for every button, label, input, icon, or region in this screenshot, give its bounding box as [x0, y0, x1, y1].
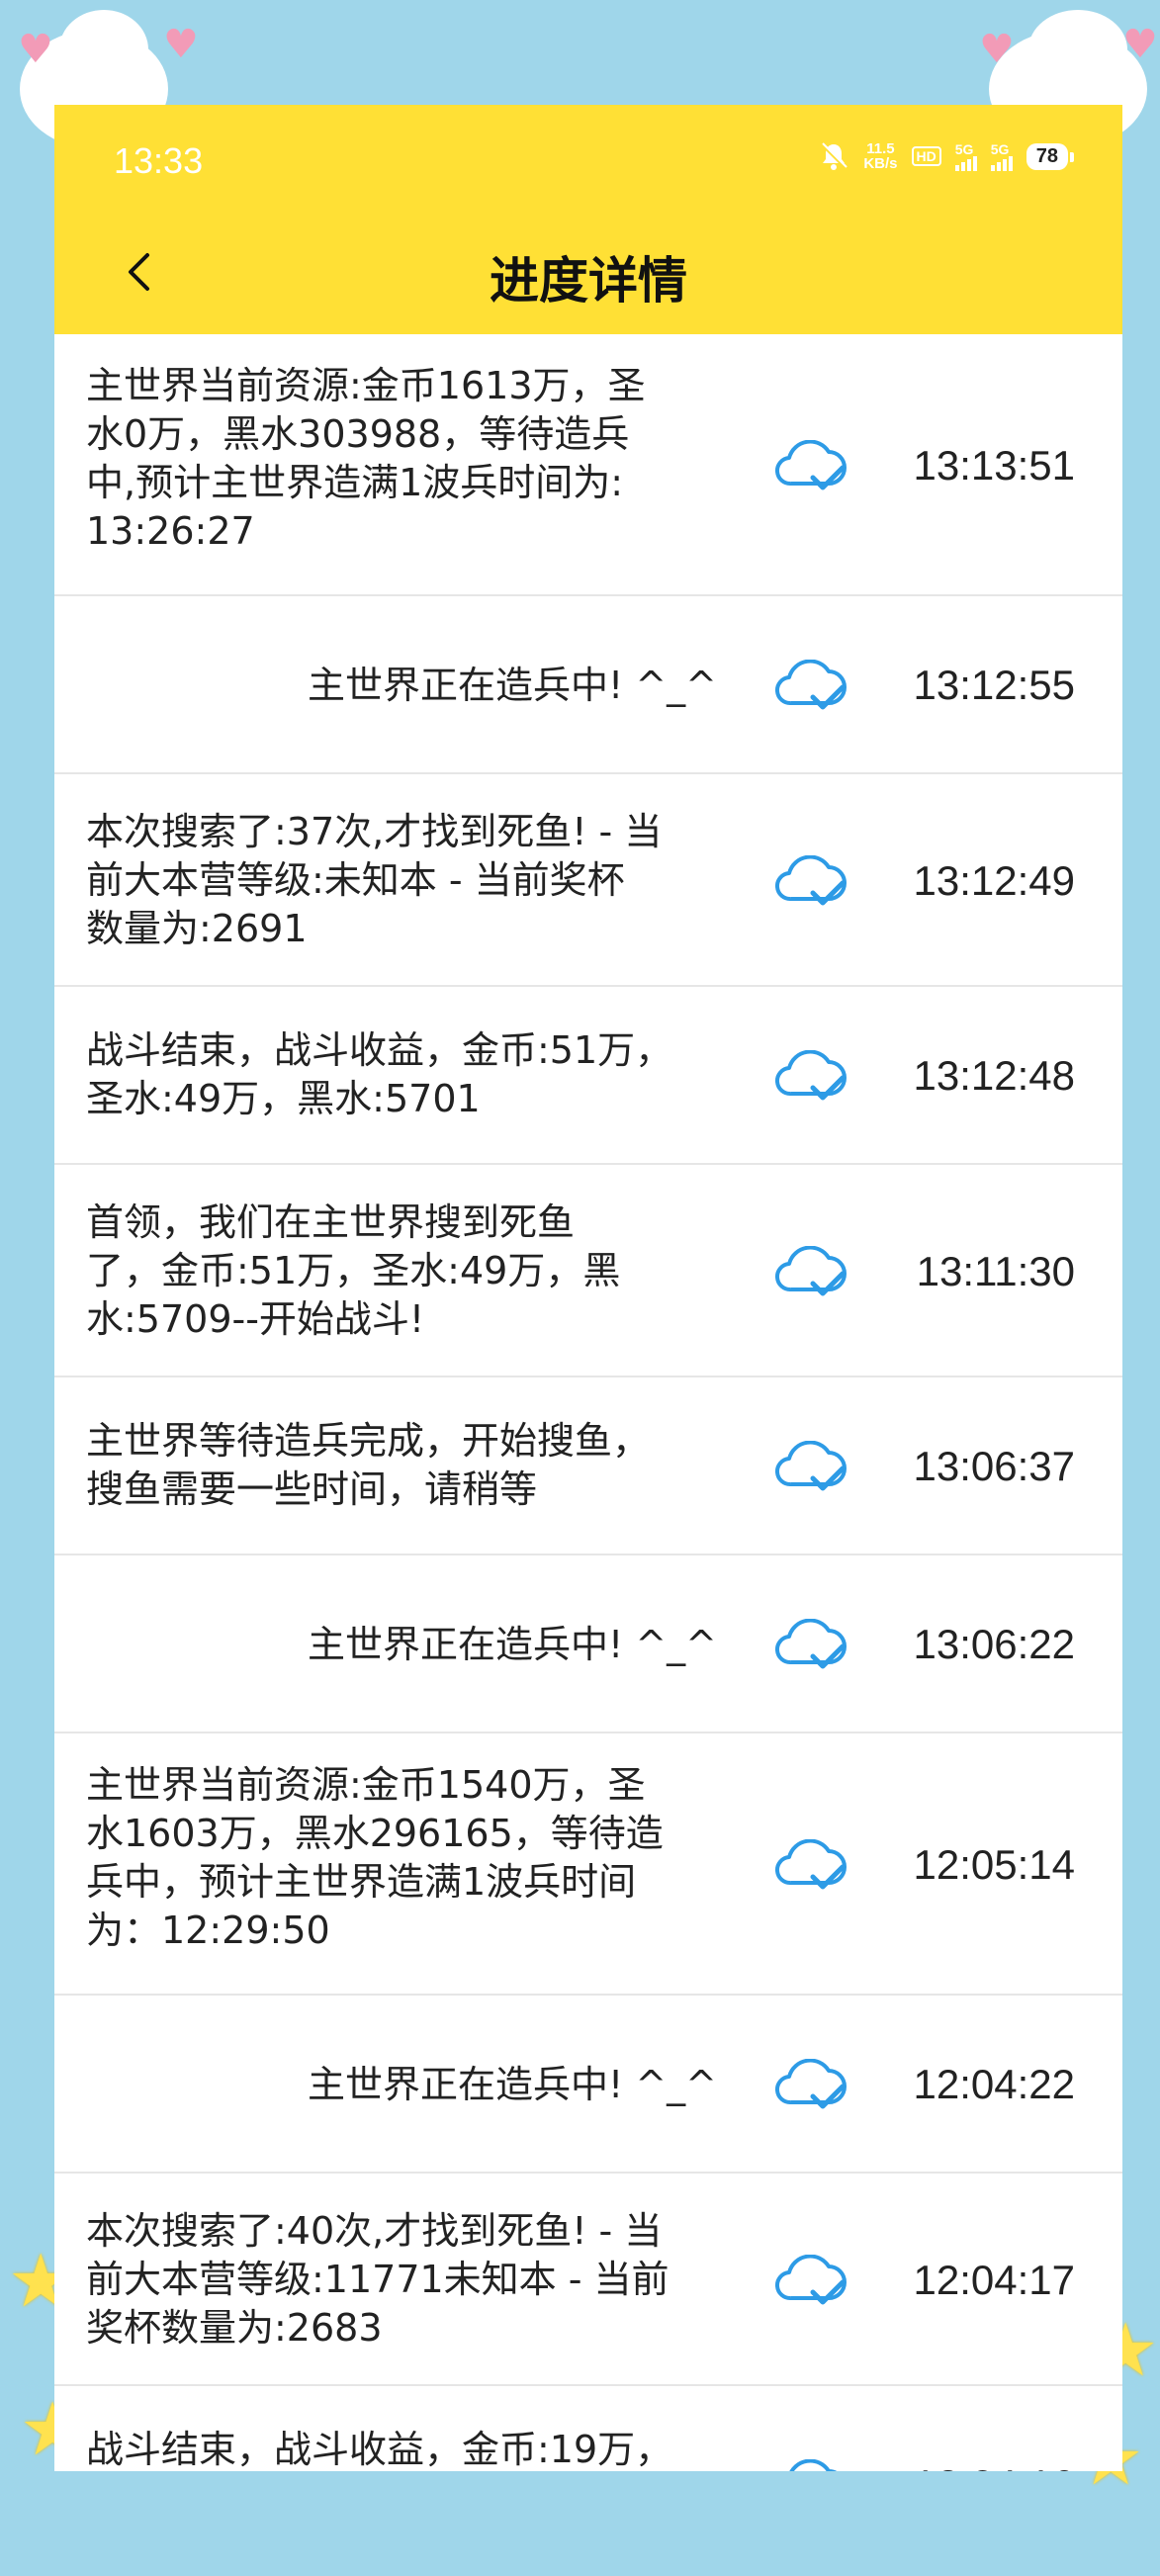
- net-speed: 11.5 KB/s: [863, 141, 897, 171]
- cloud-check-icon: [771, 1618, 852, 1670]
- cloud-check-icon: [771, 1245, 852, 1297]
- list-item[interactable]: 本次搜索了:37次,才找到死鱼! - 当前大本营等级:未知本 - 当前奖杯 数量为…: [54, 774, 1122, 987]
- mute-bell-icon: [821, 142, 848, 170]
- list-item-message: 战斗结束，战斗收益，金币:19万，: [86, 2426, 729, 2471]
- list-item-message: 战斗结束，战斗收益，金币:51万， 圣水:49万，黑水:5701: [86, 1026, 729, 1123]
- list-item[interactable]: 主世界正在造兵中! ^_^ 12:04:22: [54, 1996, 1122, 2174]
- list-item-time: 13:12:55: [913, 662, 1076, 708]
- message-line: 为：12:29:50: [86, 1909, 330, 1952]
- message-line: 圣水:49万，黑水:5701: [86, 1077, 481, 1120]
- cloud-check-icon: [771, 1049, 852, 1102]
- list-item[interactable]: 本次搜索了:40次,才找到死鱼! - 当前大本营等级:11771未知本 - 当前…: [54, 2174, 1122, 2386]
- list-item-message: 主世界正在造兵中! ^_^: [308, 662, 717, 710]
- cloud-check-icon: [771, 2254, 852, 2306]
- battery-icon: 78: [1026, 142, 1075, 170]
- message-line: 水:5709--开始战斗!: [86, 1297, 425, 1341]
- list-item[interactable]: 主世界当前资源:金币1540万，圣 水1603万，黑水296165，等待造 兵中，预…: [54, 1733, 1122, 1996]
- list-item[interactable]: 主世界等待造兵完成，开始搜鱼， 搜鱼需要一些时间，请稍等 13:06:37: [54, 1377, 1122, 1555]
- list-item-time: 13:12:49: [913, 857, 1076, 904]
- list-item[interactable]: 主世界正在造兵中! ^_^ 13:12:55: [54, 596, 1122, 774]
- list-item-time: 12:04:17: [913, 2257, 1076, 2303]
- message-line: 前大本营等级:11771未知本 - 当前: [86, 2258, 669, 2301]
- net-speed-unit: KB/s: [863, 155, 898, 172]
- cloud-check-icon: [771, 1838, 852, 1891]
- hd-icon: HD: [911, 146, 941, 166]
- message-line: 13:26:27: [86, 509, 255, 553]
- list-item-time: 13:11:30: [916, 1248, 1075, 1294]
- message-line: 水1603万，黑水296165，等待造: [86, 1812, 664, 1855]
- list-item-time: 12:04:16: [914, 2461, 1076, 2471]
- list-item-time: 13:06:37: [913, 1443, 1076, 1489]
- net-speed-value: 11.5: [866, 140, 895, 157]
- list-item-message: 主世界当前资源:金币1540万，圣 水1603万，黑水296165，等待造 兵中，预…: [86, 1761, 729, 1955]
- signal-5g-icon: 5G: [990, 140, 1013, 171]
- signal-label: 5G: [990, 140, 1010, 157]
- list-item-message: 本次搜索了:37次,才找到死鱼! - 当前大本营等级:未知本 - 当前奖杯 数量为…: [86, 808, 729, 953]
- cloud-check-icon: [771, 439, 852, 491]
- list-item-message: 主世界等待造兵完成，开始搜鱼， 搜鱼需要一些时间，请稍等: [86, 1417, 729, 1514]
- list-item-message: 首领，我们在主世界搜到死鱼了，金币:51万，圣水:49万，黑 水:5709--开始…: [86, 1199, 729, 1344]
- list-item-message: 本次搜索了:40次,才找到死鱼! - 当前大本营等级:11771未知本 - 当前…: [86, 2207, 729, 2353]
- page-title: 进度详情: [490, 252, 687, 310]
- message-line: 主世界正在造兵中! ^_^: [308, 1623, 717, 1666]
- list-item-message: 主世界当前资源:金币1613万，圣 水0万，黑水303988，等待造兵 中,预计主世…: [86, 362, 729, 556]
- list-item-time: 12:04:22: [913, 2061, 1076, 2107]
- list-item[interactable]: 首领，我们在主世界搜到死鱼了，金币:51万，圣水:49万，黑 水:5709--开始…: [54, 1165, 1122, 1377]
- heart-icon: ♥: [1122, 22, 1158, 67]
- list-item-time: 13:13:51: [913, 442, 1076, 489]
- signal-label: 5G: [954, 140, 974, 157]
- status-bar: 13:33 11.5 KB/s HD 5G 5G 78: [54, 105, 1122, 212]
- cloud-check-icon: [771, 1440, 852, 1492]
- message-line: 奖杯数量为:2683: [86, 2306, 383, 2350]
- status-time: 13:33: [114, 140, 204, 181]
- list-item-time: 13:12:48: [913, 1052, 1076, 1099]
- message-line: 主世界正在造兵中! ^_^: [308, 664, 717, 707]
- list-item-message: 主世界正在造兵中! ^_^: [308, 2061, 717, 2109]
- list-item-time: 12:05:14: [913, 1841, 1076, 1888]
- heart-icon: ♥: [163, 22, 199, 67]
- list-item[interactable]: 主世界当前资源:金币1613万，圣 水0万，黑水303988，等待造兵 中,预计主世…: [54, 334, 1122, 596]
- cloud-decoration-left-2: [59, 10, 148, 89]
- app-header: 进度详情: [54, 212, 1122, 334]
- app-screen: 13:33 11.5 KB/s HD 5G 5G 78 进度详情 主世界当前资源…: [54, 105, 1122, 2471]
- message-line: 主世界正在造兵中! ^_^: [308, 2063, 717, 2106]
- list-item[interactable]: 主世界正在造兵中! ^_^ 13:06:22: [54, 1555, 1122, 1733]
- heart-icon: ♥: [18, 27, 53, 72]
- message-line: 战斗结束，战斗收益，金币:19万，: [86, 2428, 673, 2471]
- message-line: 前大本营等级:未知本 - 当前奖杯: [86, 858, 625, 902]
- cloud-check-icon: [771, 2458, 852, 2471]
- progress-list[interactable]: 主世界当前资源:金币1613万，圣 水0万，黑水303988，等待造兵 中,预计主世…: [54, 334, 1122, 2471]
- heart-icon: ♥: [979, 27, 1015, 72]
- message-line: 数量为:2691: [86, 907, 308, 950]
- list-item[interactable]: 战斗结束，战斗收益，金币:19万， 12:04:16: [54, 2386, 1122, 2471]
- cloud-check-icon: [771, 854, 852, 907]
- message-line: 本次搜索了:40次,才找到死鱼! - 当: [86, 2209, 663, 2253]
- message-line: 首领，我们在主世界搜到死鱼: [86, 1200, 576, 1244]
- message-line: 主世界当前资源:金币1613万，圣: [86, 364, 646, 407]
- list-item[interactable]: 战斗结束，战斗收益，金币:51万， 圣水:49万，黑水:5701 13:12:48: [54, 987, 1122, 1165]
- cloud-check-icon: [771, 659, 852, 711]
- status-icons: 11.5 KB/s HD 5G 5G 78: [818, 140, 1075, 172]
- cloud-check-icon: [771, 2058, 852, 2110]
- list-item-time: 13:06:22: [913, 1621, 1076, 1667]
- message-line: 中,预计主世界造满1波兵时间为:: [86, 461, 624, 504]
- cloud-decoration-right-2: [1028, 10, 1127, 89]
- message-line: 主世界等待造兵完成，开始搜鱼，: [86, 1419, 651, 1463]
- message-line: 水0万，黑水303988，等待造兵: [86, 412, 630, 456]
- signal-5g-icon: 5G: [954, 140, 977, 171]
- message-line: 了，金币:51万，圣水:49万，黑: [86, 1249, 621, 1292]
- message-line: 主世界当前资源:金币1540万，圣: [86, 1763, 646, 1807]
- message-line: 搜鱼需要一些时间，请稍等: [86, 1467, 538, 1511]
- message-line: 本次搜索了:37次,才找到死鱼! - 当: [86, 810, 663, 853]
- list-item-message: 主世界正在造兵中! ^_^: [308, 1621, 717, 1669]
- message-line: 兵中，预计主世界造满1波兵时间: [86, 1860, 637, 1904]
- message-line: 战斗结束，战斗收益，金币:51万，: [86, 1028, 673, 1072]
